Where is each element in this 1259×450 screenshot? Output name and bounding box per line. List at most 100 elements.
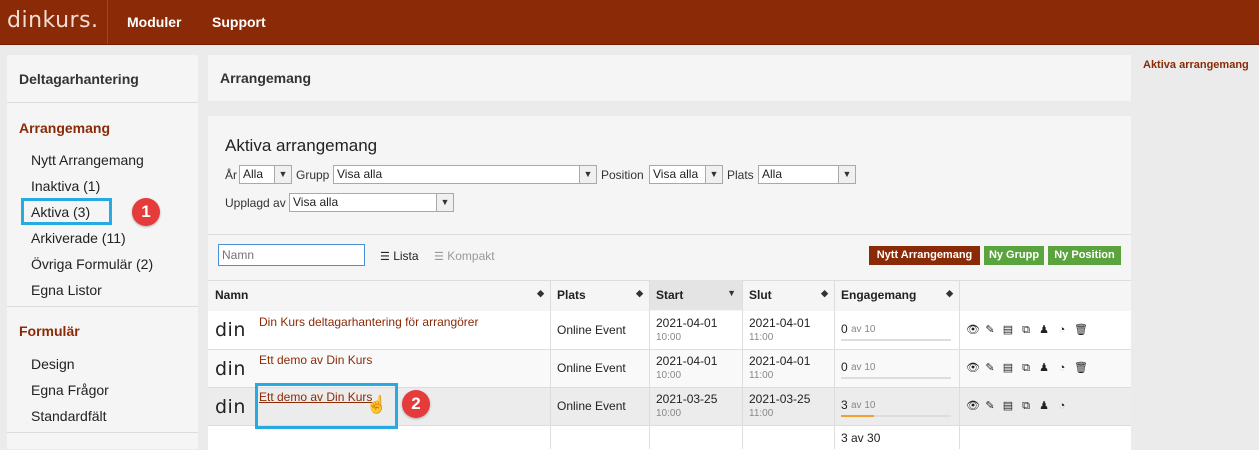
trash-icon[interactable]: 🗑 xyxy=(1074,324,1088,336)
person-icon[interactable]: ♟ xyxy=(1038,400,1050,412)
divider xyxy=(208,234,1131,235)
col-name-label: Namn xyxy=(215,288,249,302)
col-header-start[interactable]: Start ▼ xyxy=(649,280,742,310)
sort-desc-icon: ▼ xyxy=(727,288,736,298)
sidebar-item-new-event[interactable]: Nytt Arrangemang xyxy=(31,152,144,168)
event-link[interactable]: Ett demo av Din Kurs xyxy=(259,353,372,367)
event-link[interactable]: Din Kurs deltagarhantering för arrangöre… xyxy=(259,315,478,329)
view-compact-label: Kompakt xyxy=(447,249,495,263)
engagement-total-sum: 3 av 30 xyxy=(841,431,881,445)
divider xyxy=(7,306,198,307)
table-row: din Din Kurs deltagarhantering för arran… xyxy=(208,311,1131,349)
person-icon[interactable]: ♟ xyxy=(1038,324,1050,336)
place-select[interactable]: Alla ▼ xyxy=(758,165,856,184)
copy-icon[interactable]: ⧉ xyxy=(1020,362,1032,374)
logo[interactable]: dinkurs. xyxy=(7,8,99,33)
sidebar-item-own-lists[interactable]: Egna Listor xyxy=(31,282,102,298)
position-select[interactable]: Visa alla ▼ xyxy=(649,165,723,184)
step-badge-2: 2 xyxy=(402,390,430,418)
sidebar-item-inactive[interactable]: Inaktiva (1) xyxy=(31,178,100,194)
highlight-box xyxy=(21,198,112,225)
engagement-bar xyxy=(841,339,951,341)
start-time: 10:00 xyxy=(656,408,682,419)
document-icon[interactable]: ▤ xyxy=(1002,362,1014,374)
sidebar-item-own-questions[interactable]: Egna Frågor xyxy=(31,382,109,398)
event-logo: din xyxy=(215,358,246,380)
created-by-label: Upplagd av xyxy=(225,196,286,210)
step-badge-1: 1 xyxy=(132,198,160,226)
col-header-name[interactable]: Namn ◆ xyxy=(208,280,550,310)
group-select[interactable]: Visa alla ▼ xyxy=(333,165,597,184)
document-icon[interactable]: ▤ xyxy=(1002,324,1014,336)
copy-icon[interactable]: ⧉ xyxy=(1020,324,1032,336)
rss-icon[interactable]: ◔ xyxy=(1056,400,1068,412)
view-list-toggle[interactable]: ☰ Lista xyxy=(380,249,419,263)
new-position-button[interactable]: Ny Position xyxy=(1048,246,1121,265)
nav-moduler[interactable]: Moduler xyxy=(127,14,181,30)
search-input[interactable] xyxy=(218,244,365,266)
col-header-place[interactable]: Plats ◆ xyxy=(550,280,649,310)
page-title: Arrangemang xyxy=(220,70,312,86)
created-by-select[interactable]: Visa alla ▼ xyxy=(289,193,454,212)
eye-icon[interactable]: 👁 xyxy=(966,400,980,412)
nav-support[interactable]: Support xyxy=(212,14,266,30)
sidebar-item-design[interactable]: Design xyxy=(31,356,75,372)
chevron-down-icon: ▼ xyxy=(705,166,722,183)
engagement-cell: 3 av 10 xyxy=(834,395,959,417)
new-group-button[interactable]: Ny Grupp xyxy=(984,246,1044,265)
col-header-end[interactable]: Slut ◆ xyxy=(742,280,834,310)
document-icon[interactable]: ▤ xyxy=(1002,400,1014,412)
event-logo: din xyxy=(215,396,246,418)
col-header-engagement[interactable]: Engagemang ◆ xyxy=(834,280,959,310)
section-arrangemang: Arrangemang xyxy=(19,120,111,136)
active-events-link[interactable]: Aktiva arrangemang xyxy=(1143,59,1249,71)
rss-icon[interactable]: ◔ xyxy=(1056,324,1068,336)
engagement-bar-fill xyxy=(841,415,874,417)
pencil-icon[interactable]: ✎ xyxy=(984,362,996,374)
section-formular: Formulär xyxy=(19,323,80,339)
eye-icon[interactable]: 👁 xyxy=(966,362,980,374)
col-engagement-label: Engagemang xyxy=(841,288,917,302)
divider xyxy=(7,432,198,433)
sidebar-header: Deltagarhantering xyxy=(19,71,139,87)
end-time: 11:00 xyxy=(749,332,774,343)
start-date: 2021-04-01 xyxy=(656,316,718,330)
divider xyxy=(550,280,551,449)
sidebar-item-archived[interactable]: Arkiverade (11) xyxy=(31,230,126,246)
start-date: 2021-04-01 xyxy=(656,354,718,368)
trash-icon[interactable]: 🗑 xyxy=(1074,362,1088,374)
event-place: Online Event xyxy=(557,399,626,413)
end-time: 11:00 xyxy=(749,370,774,381)
pencil-icon[interactable]: ✎ xyxy=(984,324,996,336)
engagement-value: 0 xyxy=(841,360,848,374)
rss-icon[interactable]: ◔ xyxy=(1056,362,1068,374)
event-logo: din xyxy=(215,319,246,341)
col-place-label: Plats xyxy=(557,288,586,302)
view-compact-toggle[interactable]: ☰ Kompakt xyxy=(434,249,495,263)
place-label: Plats xyxy=(727,168,754,182)
year-select[interactable]: Alla ▼ xyxy=(239,165,292,184)
year-value: Alla xyxy=(243,167,264,181)
end-date: 2021-03-25 xyxy=(749,392,811,406)
event-place: Online Event xyxy=(557,361,626,375)
engagement-cell: 0 av 10 xyxy=(834,357,959,379)
events-heading: Aktiva arrangemang xyxy=(225,136,378,155)
copy-icon[interactable]: ⧉ xyxy=(1020,400,1032,412)
divider xyxy=(959,280,960,449)
pencil-icon[interactable]: ✎ xyxy=(984,400,996,412)
eye-icon[interactable]: 👁 xyxy=(966,324,980,336)
engagement-value: 0 xyxy=(841,322,848,336)
end-date: 2021-04-01 xyxy=(749,354,811,368)
engagement-total: av 10 xyxy=(851,400,876,411)
group-value: Visa alla xyxy=(337,167,383,181)
new-event-button[interactable]: Nytt Arrangemang xyxy=(869,246,980,265)
sort-icon: ◆ xyxy=(821,288,828,298)
start-date: 2021-03-25 xyxy=(656,392,718,406)
col-end-label: Slut xyxy=(749,288,772,302)
person-icon[interactable]: ♟ xyxy=(1038,362,1050,374)
sidebar-item-other-forms[interactable]: Övriga Formulär (2) xyxy=(31,256,153,272)
position-label: Position xyxy=(601,168,644,182)
sidebar-item-standard-fields[interactable]: Standardfält xyxy=(31,408,107,424)
engagement-total: av 10 xyxy=(851,324,876,335)
chevron-down-icon: ▼ xyxy=(436,194,453,211)
